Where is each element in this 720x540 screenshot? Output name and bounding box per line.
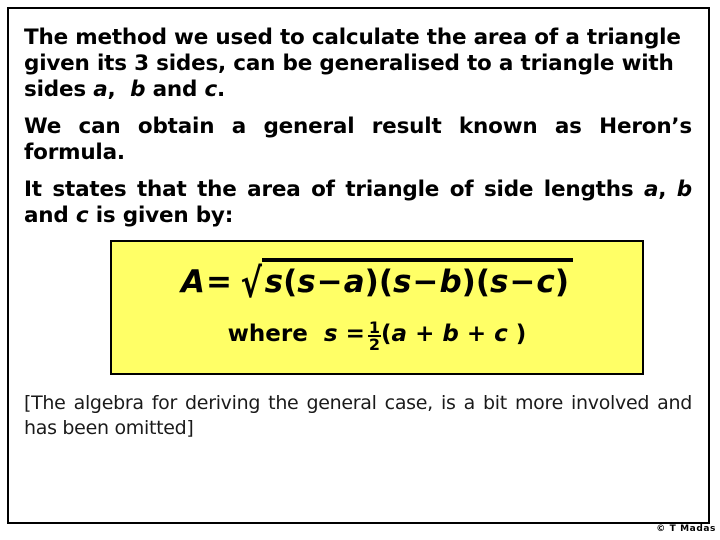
term-s: s: [264, 264, 284, 300]
where-var-a: a: [391, 321, 408, 347]
where-equals: =: [345, 321, 365, 347]
paren1-minus: −: [316, 264, 343, 300]
square-root-icon: √: [240, 261, 263, 307]
paren2-minus: −: [412, 264, 439, 300]
fraction-denominator: 2: [368, 335, 380, 354]
heron-formula-expression: A= √s(s−a)(s−b)(s−c): [112, 258, 642, 307]
paren2-close: ): [461, 264, 476, 300]
intro-period: .: [217, 77, 226, 102]
formula-equals: =: [206, 264, 232, 300]
closing-note: [The algebra for deriving the general ca…: [24, 392, 692, 439]
states-variable-c: c: [75, 203, 89, 228]
intro-line2: given its 3 sides, can be generalised to…: [24, 51, 674, 76]
paren1-var-a: a: [343, 264, 365, 300]
where-open-paren: (: [381, 321, 392, 347]
states-comma: ,: [658, 177, 667, 202]
radical-group: √s(s−a)(s−b)(s−c): [235, 258, 573, 307]
where-var-b: b: [442, 321, 459, 347]
formula-lhs-A: A: [181, 264, 205, 300]
intro-and: and: [152, 77, 198, 102]
paragraph-intro: The method we used to calculate the area…: [24, 25, 692, 103]
where-plus-2: +: [466, 321, 487, 347]
intro-comma: ,: [107, 77, 116, 102]
paragraph-heron: We can obtain a general result known as …: [24, 114, 692, 165]
paragraph-states: It states that the area of triangle of s…: [24, 177, 692, 229]
slide-content: The method we used to calculate the area…: [24, 25, 696, 441]
paren1-s: s: [297, 264, 316, 300]
radicand: s(s−a)(s−b)(s−c): [261, 258, 573, 300]
paren2-var-b: b: [439, 264, 462, 300]
states-variable-b: b: [676, 177, 692, 202]
variable-a: a: [93, 77, 108, 102]
intro-line3-prefix: sides: [24, 77, 94, 102]
where-subject-s: s: [323, 321, 338, 347]
paren3-close: ): [554, 264, 569, 300]
where-var-c: c: [494, 321, 508, 347]
copyright-notice: © T Madas: [656, 524, 716, 534]
paren1-open: (: [283, 264, 298, 300]
states-prefix: It states that the area of triangle of s…: [24, 177, 644, 202]
variable-b: b: [130, 77, 146, 102]
formula-box: A= √s(s−a)(s−b)(s−c) where s = 1 2 (a + b + …: [110, 240, 644, 375]
paren1-close: ): [364, 264, 379, 300]
where-plus-1: +: [415, 321, 435, 347]
fraction-one-half: 12: [367, 320, 381, 354]
paren3-s: s: [489, 264, 509, 300]
semi-perimeter-definition: where s = 1 2 (a + b + c ): [112, 320, 642, 354]
paren3-var-c: c: [536, 264, 555, 300]
paren2-open: (: [378, 264, 393, 300]
intro-line1: The method we used to calculate the area…: [24, 25, 681, 50]
states-suffix: is given by:: [88, 203, 234, 228]
paren3-minus: −: [509, 264, 536, 300]
states-variable-a: a: [643, 177, 659, 202]
where-keyword: where: [227, 321, 308, 347]
where-close-paren: ): [515, 321, 527, 347]
paren2-s: s: [393, 264, 412, 300]
slide-frame: The method we used to calculate the area…: [7, 7, 710, 524]
paren3-open: (: [475, 264, 490, 300]
states-and: and: [24, 203, 69, 228]
variable-c: c: [204, 77, 218, 102]
